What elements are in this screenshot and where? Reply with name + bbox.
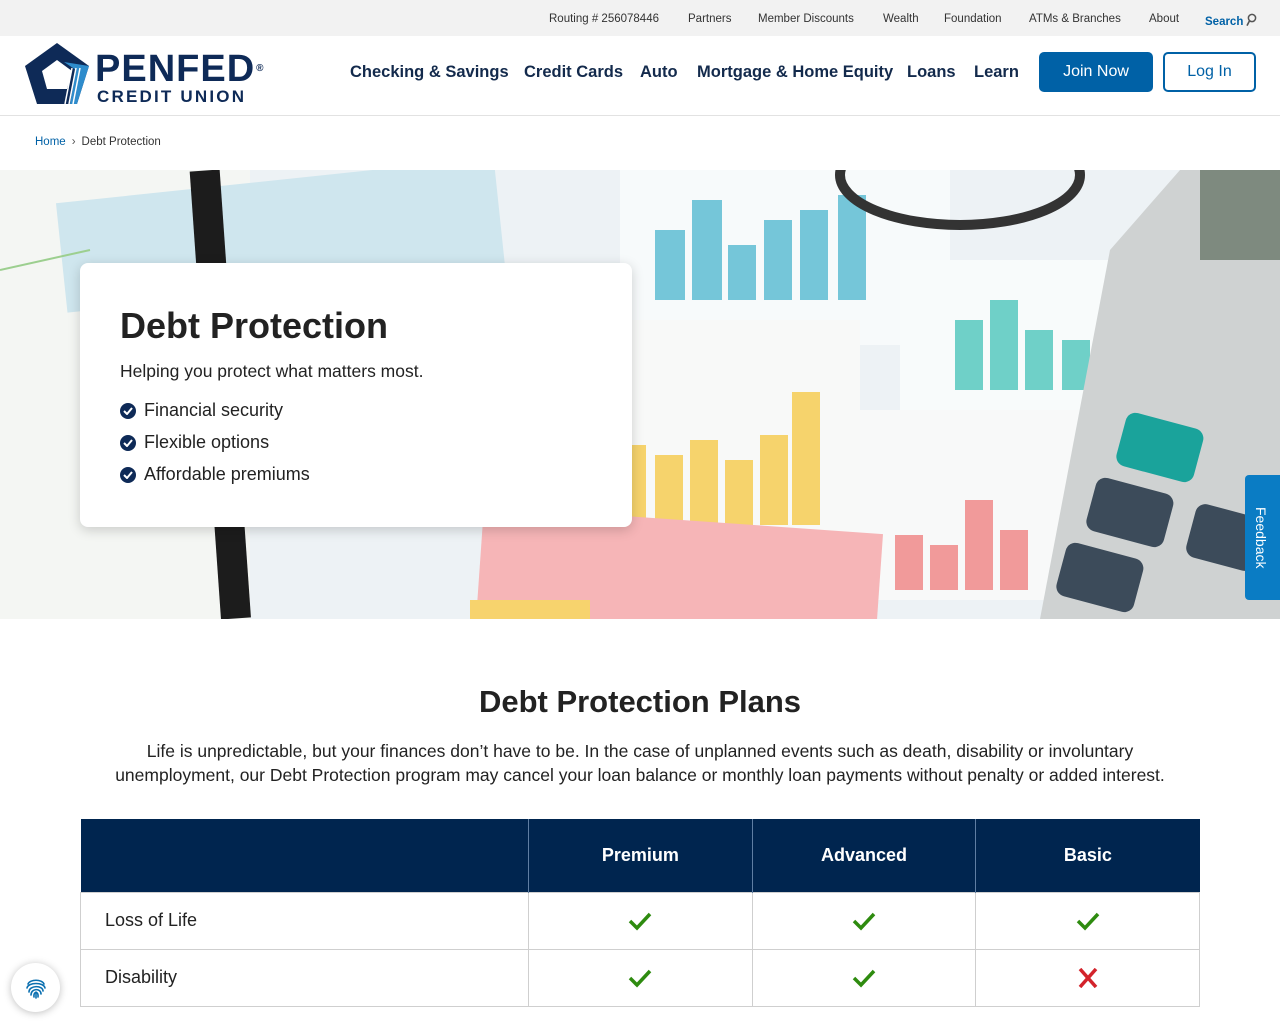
cross-icon — [1078, 967, 1097, 989]
column-header: Basic — [975, 819, 1200, 892]
plans-description: Life is unpredictable, but your finances… — [115, 741, 1165, 785]
check-icon — [629, 912, 652, 931]
breadcrumb-home[interactable]: Home — [35, 136, 66, 148]
column-header: Premium — [528, 819, 753, 892]
routing-number[interactable]: Routing # 256078446 — [549, 13, 659, 25]
row-label: Loss of Life — [80, 891, 529, 950]
table-row: Loss of Life — [80, 891, 1200, 950]
utility-link-about[interactable]: About — [1149, 13, 1179, 25]
breadcrumb: Home › Debt Protection — [35, 136, 161, 148]
page-title: Debt Protection — [120, 305, 389, 346]
hero-benefits-list: Financial security Flexible options Affo… — [120, 399, 310, 495]
check-icon — [629, 969, 652, 988]
coverage-cell — [528, 948, 753, 1007]
search-label: Search — [1205, 16, 1244, 28]
site-header: PENFED® CREDIT UNION Checking & Savings … — [0, 36, 1280, 116]
benefit-label: Flexible options — [144, 432, 270, 452]
table-row: Disability — [80, 948, 1200, 1007]
logo-wordmark: PENFED® — [95, 48, 265, 90]
coverage-cell — [975, 948, 1200, 1007]
privacy-settings-button[interactable] — [11, 963, 60, 1012]
utility-link-wealth[interactable]: Wealth — [883, 13, 919, 25]
hero-subtitle: Helping you protect what matters most. — [120, 361, 424, 381]
search-icon — [1246, 13, 1257, 26]
table-header-empty — [80, 819, 529, 892]
nav-learn[interactable]: Learn — [974, 63, 1019, 82]
nav-credit-cards[interactable]: Credit Cards — [524, 63, 623, 82]
benefit-item: Flexible options — [120, 431, 310, 463]
utility-link-atms-branches[interactable]: ATMs & Branches — [1029, 13, 1121, 25]
nav-auto[interactable]: Auto — [640, 63, 678, 82]
benefit-item: Affordable premiums — [120, 463, 310, 495]
search-link[interactable]: Search — [1205, 13, 1257, 28]
nav-checking-savings[interactable]: Checking & Savings — [350, 63, 509, 82]
plans-heading: Debt Protection Plans — [478, 684, 802, 719]
coverage-cell — [528, 891, 753, 950]
check-circle-icon — [120, 435, 136, 451]
coverage-cell — [975, 891, 1200, 950]
log-in-button[interactable]: Log In — [1163, 52, 1256, 92]
row-label: Disability — [80, 948, 529, 1007]
logo-subtitle: CREDIT UNION — [97, 87, 247, 106]
penfed-logo[interactable]: PENFED® CREDIT UNION — [24, 42, 269, 106]
benefit-label: Financial security — [144, 400, 284, 420]
nav-mortgage-home-equity[interactable]: Mortgage & Home Equity — [697, 63, 893, 82]
nav-loans[interactable]: Loans — [907, 63, 956, 82]
utility-link-member-discounts[interactable]: Member Discounts — [758, 13, 854, 25]
pentagon-logo-icon — [25, 43, 89, 105]
breadcrumb-separator: › — [71, 136, 76, 148]
feedback-label: Feedback — [1253, 507, 1269, 569]
plans-comparison-table: Premium Advanced Basic Loss of Life Disab… — [80, 819, 1200, 1007]
fingerprint-icon — [26, 979, 46, 999]
feedback-tab[interactable]: Feedback — [1245, 475, 1280, 600]
check-icon — [852, 969, 876, 988]
breadcrumb-current: Debt Protection — [81, 136, 161, 148]
hero-card: Debt Protection Helping you protect what… — [80, 263, 632, 527]
check-circle-icon — [120, 403, 136, 419]
join-now-button[interactable]: Join Now — [1039, 52, 1153, 92]
hero-banner: Debt Protection Helping you protect what… — [0, 170, 1280, 619]
column-header: Advanced — [751, 819, 976, 892]
benefit-item: Financial security — [120, 399, 310, 431]
benefit-label: Affordable premiums — [144, 464, 310, 484]
utility-link-partners[interactable]: Partners — [688, 13, 731, 25]
check-icon — [1076, 912, 1099, 931]
utility-bar: Routing # 256078446 Partners Member Disc… — [0, 0, 1280, 36]
table-header-row: Premium Advanced Basic — [80, 819, 1200, 892]
coverage-cell — [751, 948, 977, 1007]
utility-link-foundation[interactable]: Foundation — [944, 13, 1002, 25]
check-circle-icon — [120, 467, 136, 483]
check-icon — [852, 912, 876, 931]
coverage-cell — [751, 891, 977, 950]
